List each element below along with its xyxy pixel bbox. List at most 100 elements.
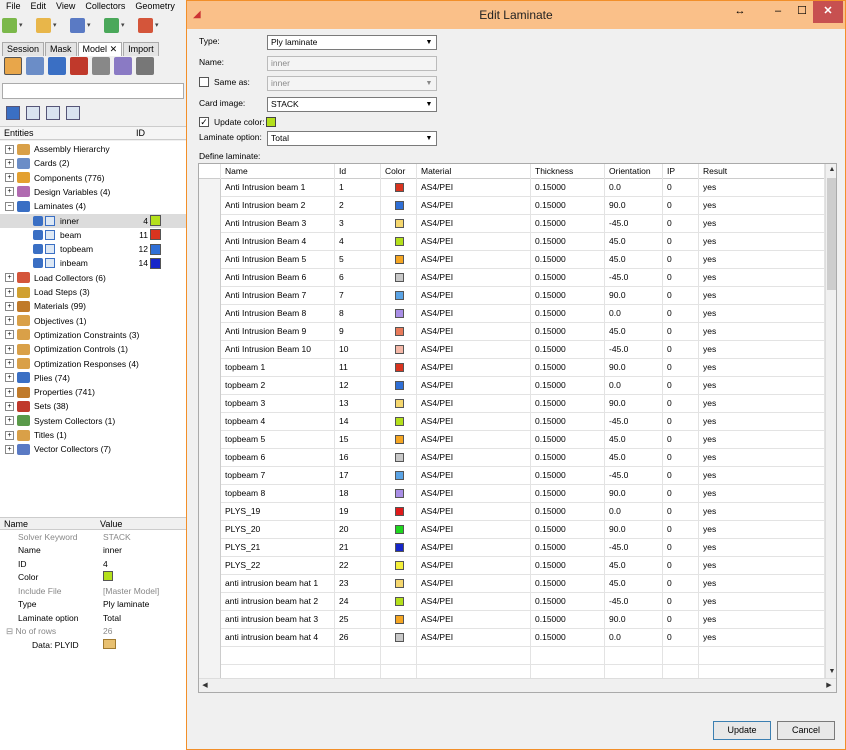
- table-cell[interactable]: 0: [663, 251, 699, 269]
- chevron-down-icon[interactable]: ▾: [53, 21, 57, 29]
- table-cell[interactable]: yes: [699, 359, 825, 377]
- menu-edit[interactable]: Edit: [25, 0, 51, 13]
- table-cell[interactable]: 0: [663, 593, 699, 611]
- table-cell[interactable]: AS4/PEI: [417, 485, 531, 503]
- table-cell[interactable]: 0.15000: [531, 485, 605, 503]
- ply-color-swatch[interactable]: [395, 381, 404, 390]
- scroll-up-icon[interactable]: ▲: [826, 164, 836, 176]
- table-row[interactable]: topbeam 2 12 AS4/PEI 0.15000 0.0 0 yes: [199, 377, 825, 395]
- entity-view-icon[interactable]: [4, 57, 22, 75]
- expand-icon[interactable]: +: [5, 330, 14, 340]
- table-cell[interactable]: -45.0: [605, 467, 663, 485]
- ply-color-swatch[interactable]: [395, 453, 404, 462]
- column-header-result[interactable]: Result: [699, 164, 825, 179]
- table-cell[interactable]: 0.15000: [531, 377, 605, 395]
- row-header[interactable]: [199, 197, 221, 215]
- row-header[interactable]: [199, 305, 221, 323]
- empty-cell[interactable]: [605, 647, 663, 665]
- table-cell[interactable]: 13: [335, 395, 381, 413]
- table-cell[interactable]: yes: [699, 341, 825, 359]
- row-header[interactable]: [199, 539, 221, 557]
- ply-color-swatch[interactable]: [395, 471, 404, 480]
- table-cell[interactable]: 18: [335, 485, 381, 503]
- color-cell[interactable]: [381, 359, 417, 377]
- table-cell[interactable]: yes: [699, 449, 825, 467]
- table-cell[interactable]: 0.0: [605, 503, 663, 521]
- table-cell[interactable]: 0.15000: [531, 557, 605, 575]
- table-cell[interactable]: Anti Intrusion Beam 6: [221, 269, 335, 287]
- id-column-header[interactable]: ID: [136, 128, 145, 138]
- table-cell[interactable]: 0.0: [605, 629, 663, 647]
- cancel-button[interactable]: Cancel: [777, 721, 835, 740]
- empty-cell[interactable]: [221, 647, 335, 665]
- table-cell[interactable]: AS4/PEI: [417, 431, 531, 449]
- table-cell[interactable]: 45.0: [605, 431, 663, 449]
- table-cell[interactable]: yes: [699, 377, 825, 395]
- table-row[interactable]: topbeam 1 11 AS4/PEI 0.15000 90.0 0 yes: [199, 359, 825, 377]
- color-cell[interactable]: [381, 431, 417, 449]
- table-row[interactable]: PLYS_19 19 AS4/PEI 0.15000 0.0 0 yes: [199, 503, 825, 521]
- tree-item[interactable]: + Design Variables (4): [0, 185, 186, 199]
- minimize-button[interactable]: –: [767, 1, 789, 23]
- table-cell[interactable]: Anti Intrusion Beam 3: [221, 215, 335, 233]
- table-cell[interactable]: AS4/PEI: [417, 197, 531, 215]
- table-cell[interactable]: topbeam 8: [221, 485, 335, 503]
- table-cell[interactable]: Anti Intrusion Beam 9: [221, 323, 335, 341]
- card-image-dropdown[interactable]: STACK ▼: [267, 97, 437, 112]
- table-row[interactable]: Anti Intrusion beam 1 1 AS4/PEI 0.15000 0.0 0…: [199, 179, 825, 197]
- visibility-icon[interactable]: [33, 229, 43, 240]
- table-cell[interactable]: 45.0: [605, 557, 663, 575]
- scroll-right-icon[interactable]: ▶: [823, 680, 835, 692]
- table-row[interactable]: topbeam 3 13 AS4/PEI 0.15000 90.0 0 yes: [199, 395, 825, 413]
- property-row[interactable]: Solver Keyword STACK: [0, 530, 186, 544]
- property-row[interactable]: Laminate option Total: [0, 611, 186, 625]
- tab-import[interactable]: Import: [123, 42, 159, 56]
- color-cell[interactable]: [381, 197, 417, 215]
- tree-item[interactable]: + Vector Collectors (7): [0, 442, 186, 456]
- column-header-thickness[interactable]: Thickness: [531, 164, 605, 179]
- table-cell[interactable]: 0: [663, 575, 699, 593]
- table-cell[interactable]: 45.0: [605, 575, 663, 593]
- table-cell[interactable]: -45.0: [605, 593, 663, 611]
- table-row[interactable]: topbeam 7 17 AS4/PEI 0.15000 -45.0 0 yes: [199, 467, 825, 485]
- tree-item[interactable]: + Optimization Controls (1): [0, 342, 186, 356]
- row-header[interactable]: [199, 215, 221, 233]
- close-button[interactable]: ✕: [813, 1, 843, 23]
- table-cell[interactable]: 0.15000: [531, 287, 605, 305]
- table-cell[interactable]: topbeam 2: [221, 377, 335, 395]
- table-row[interactable]: Anti Intrusion Beam 4 4 AS4/PEI 0.15000 45.0…: [199, 233, 825, 251]
- table-cell[interactable]: 0: [663, 539, 699, 557]
- property-row[interactable]: Name inner: [0, 544, 186, 558]
- table-cell[interactable]: 0: [663, 341, 699, 359]
- column-header-material[interactable]: Material: [417, 164, 531, 179]
- expand-icon[interactable]: +: [5, 144, 14, 154]
- table-cell[interactable]: 14: [335, 413, 381, 431]
- tree-item[interactable]: + Assembly Hierarchy: [0, 142, 186, 156]
- table-row[interactable]: topbeam 8 18 AS4/PEI 0.15000 90.0 0 yes: [199, 485, 825, 503]
- table-cell[interactable]: 6: [335, 269, 381, 287]
- row-header[interactable]: [199, 575, 221, 593]
- table-cell[interactable]: 0.15000: [531, 323, 605, 341]
- collapse-icon[interactable]: −: [5, 201, 14, 211]
- table-cell[interactable]: AS4/PEI: [417, 593, 531, 611]
- table-cell[interactable]: yes: [699, 305, 825, 323]
- table-row[interactable]: Anti Intrusion Beam 7 7 AS4/PEI 0.15000 90.0…: [199, 287, 825, 305]
- table-cell[interactable]: 0: [663, 467, 699, 485]
- flat-list-icon[interactable]: [66, 106, 80, 120]
- scroll-left-icon[interactable]: ◀: [199, 680, 211, 692]
- table-cell[interactable]: 90.0: [605, 611, 663, 629]
- table-cell[interactable]: 0: [663, 269, 699, 287]
- table-cell[interactable]: -45.0: [605, 341, 663, 359]
- menu-view[interactable]: View: [50, 0, 79, 13]
- table-cell[interactable]: yes: [699, 557, 825, 575]
- table-cell[interactable]: AS4/PEI: [417, 611, 531, 629]
- table-row[interactable]: PLYS_22 22 AS4/PEI 0.15000 45.0 0 yes: [199, 557, 825, 575]
- color-cell[interactable]: [381, 467, 417, 485]
- table-cell[interactable]: yes: [699, 575, 825, 593]
- table-row[interactable]: topbeam 5 15 AS4/PEI 0.15000 45.0 0 yes: [199, 431, 825, 449]
- table-cell[interactable]: -45.0: [605, 215, 663, 233]
- table-icon[interactable]: [103, 638, 116, 649]
- table-cell[interactable]: PLYS_19: [221, 503, 335, 521]
- table-cell[interactable]: 0: [663, 431, 699, 449]
- row-header[interactable]: [199, 233, 221, 251]
